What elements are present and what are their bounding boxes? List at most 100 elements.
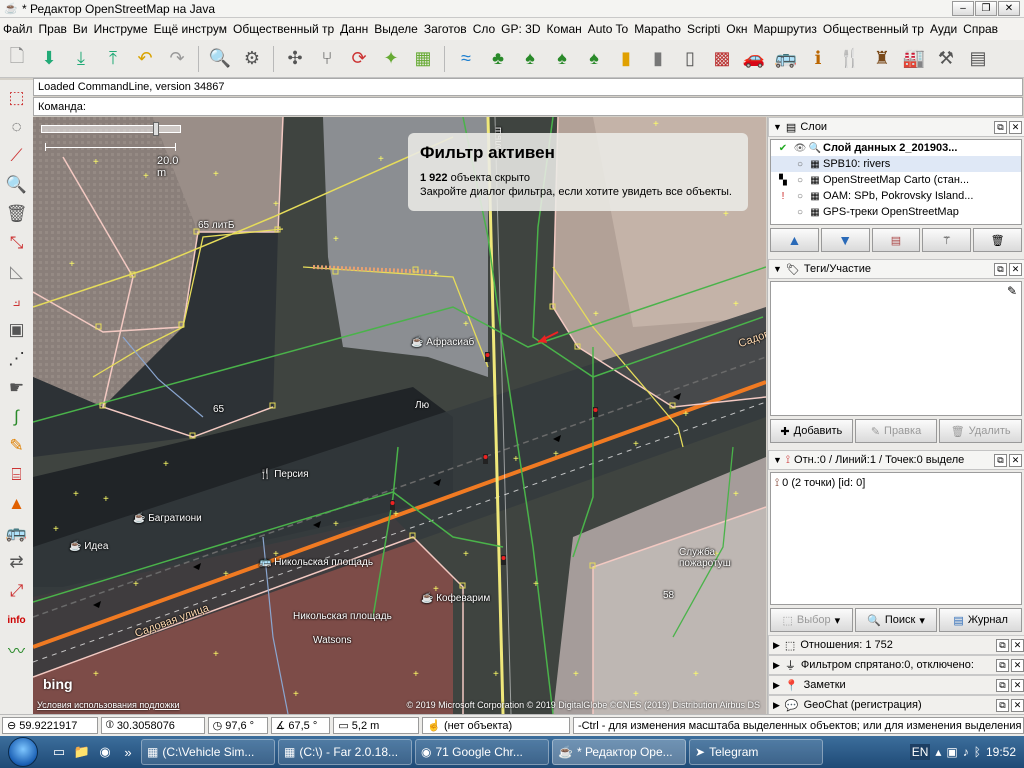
- simplify-way-icon[interactable]: ✣: [282, 45, 308, 73]
- network-icon[interactable]: ▣: [946, 745, 957, 759]
- industrial-preset-icon[interactable]: 🏭: [901, 45, 927, 73]
- menu-scripting[interactable]: Scripti: [684, 22, 723, 36]
- info-tool-icon[interactable]: info: [3, 606, 31, 634]
- quicklaunch-more-icon[interactable]: »: [118, 742, 138, 762]
- pencil-tool-icon[interactable]: ✎: [3, 432, 31, 460]
- close-panel-icon[interactable]: ✕: [1009, 453, 1022, 467]
- preferences-icon[interactable]: ⚙: [239, 45, 265, 73]
- edit-tag-button[interactable]: ✎ Правка: [854, 419, 938, 443]
- parallel-tool-icon[interactable]: ◺: [3, 258, 31, 286]
- show-desktop-icon[interactable]: ▭: [49, 742, 69, 762]
- wall-preset-icon[interactable]: ▩: [709, 45, 735, 73]
- info-preset-icon[interactable]: ℹ: [805, 45, 831, 73]
- menu-public-transport[interactable]: Общественный тр: [230, 22, 337, 36]
- orthogonalize-icon[interactable]: ▦: [410, 45, 436, 73]
- menu-presets[interactable]: Заготов: [421, 22, 470, 36]
- wood-preset-icon[interactable]: ♠: [549, 45, 575, 73]
- reverse-way-icon[interactable]: ⟳: [346, 45, 372, 73]
- expand-toggle-icon[interactable]: ▶: [773, 640, 780, 651]
- start-button[interactable]: [0, 736, 46, 768]
- volume-icon[interactable]: ♪: [963, 745, 969, 759]
- detach-icon[interactable]: ⧉: [994, 262, 1007, 276]
- add-tag-button[interactable]: ✚ Добавить: [770, 419, 853, 443]
- collapse-toggle-icon[interactable]: ▼: [773, 264, 782, 274]
- menu-gp3d[interactable]: GP: 3D: [498, 22, 543, 36]
- menu-mapathon[interactable]: Mapatho: [631, 22, 684, 36]
- nodes-tool-icon[interactable]: ⋰: [3, 345, 31, 373]
- menu-windows[interactable]: Окн: [723, 22, 750, 36]
- bus-tool-icon[interactable]: 🚌: [3, 519, 31, 547]
- improve-way-tool-icon[interactable]: ⤡: [3, 229, 31, 257]
- menu-help[interactable]: Справ: [960, 22, 1001, 36]
- redo-icon[interactable]: ↷: [164, 45, 190, 73]
- menu-view[interactable]: Ви: [70, 22, 91, 36]
- taskbar-item[interactable]: ☕ * Редактор Ope...: [552, 739, 686, 765]
- explorer-icon[interactable]: 📁: [72, 742, 92, 762]
- menu-tools[interactable]: Инструме: [91, 22, 151, 36]
- layer-properties-button[interactable]: ⚚: [922, 228, 972, 252]
- selection-panel-header[interactable]: ▼ ⟟ Отн.:0 / Линий:1 / Точек:0 выделе ⧉ ✕: [768, 450, 1024, 470]
- detach-icon[interactable]: ⧉: [994, 120, 1007, 134]
- move-up-button[interactable]: ▲: [770, 228, 819, 252]
- new-file-icon[interactable]: 🗋: [4, 45, 30, 73]
- visible-eye-icon[interactable]: 👁: [793, 143, 807, 154]
- collapse-toggle-icon[interactable]: ▼: [773, 455, 782, 465]
- selection-item[interactable]: ⟟ 0 (2 точки) [id: 0]: [775, 477, 1017, 490]
- layers-panel-header[interactable]: ▼ ▤ Слои ⧉ ✕: [768, 117, 1024, 137]
- menu-edit[interactable]: Прав: [36, 22, 70, 36]
- collapse-toggle-icon[interactable]: ▼: [773, 122, 782, 132]
- zoom-tool-icon[interactable]: 🔍: [3, 171, 31, 199]
- search-icon[interactable]: 🔍: [207, 45, 233, 73]
- menu-routing[interactable]: Маршрутиз: [751, 22, 820, 36]
- expand-toggle-icon[interactable]: ▶: [773, 660, 780, 671]
- taskbar-item[interactable]: ◉ 71 Google Chr...: [415, 739, 549, 765]
- gpx-wave-tool-icon[interactable]: 〰: [3, 635, 31, 663]
- bus-preset-icon[interactable]: 🚌: [773, 45, 799, 73]
- castle-preset-icon[interactable]: ♜: [869, 45, 895, 73]
- menu-public-transport-2[interactable]: Общественный тр: [820, 22, 927, 36]
- curve-tool-icon[interactable]: ∫: [3, 403, 31, 431]
- tags-panel-header[interactable]: ▼ 🏷 Теги/Участие ⧉ ✕: [768, 259, 1024, 279]
- barrier-preset-icon[interactable]: ▯: [677, 45, 703, 73]
- extrude-tool-icon[interactable]: ⟓: [3, 287, 31, 315]
- gpx-tool-icon[interactable]: ▣: [3, 316, 31, 344]
- delete-tag-button[interactable]: 🗑 Удалить: [939, 419, 1023, 443]
- detach-icon[interactable]: ⧉: [994, 453, 1007, 467]
- clock[interactable]: 19:52: [986, 745, 1016, 759]
- layer-row[interactable]: ○ ▦ GPS-треки OpenStreetMap: [771, 204, 1021, 220]
- notes-panel-collapsed[interactable]: ▶ 📍 Заметки ⧉ ✕: [768, 675, 1024, 695]
- detach-icon[interactable]: ⧉: [996, 678, 1009, 692]
- selection-list[interactable]: ⟟ 0 (2 точки) [id: 0]: [770, 472, 1022, 605]
- relations-panel-collapsed[interactable]: ▶ ⬚ Отношения: 1 752 ⧉ ✕: [768, 635, 1024, 655]
- split-way-icon[interactable]: ⑂: [314, 45, 340, 73]
- bluetooth-icon[interactable]: ᛒ: [974, 745, 981, 759]
- menu-data[interactable]: Данн: [337, 22, 371, 36]
- forest-preset-icon[interactable]: ♠: [517, 45, 543, 73]
- lasso-tool-icon[interactable]: ◌: [3, 113, 31, 141]
- layer-row[interactable]: ! ○ ▦ OAM: SPb, Pokrovsky Island...: [771, 188, 1021, 204]
- visible-toggle-icon[interactable]: ○: [793, 175, 807, 186]
- building-tool-icon[interactable]: ⌸: [3, 461, 31, 489]
- filter-panel-collapsed[interactable]: ▶ ⏚ Фильтром спрятано:0, отключено: ⧉ ✕: [768, 655, 1024, 675]
- geochat-panel-collapsed[interactable]: ▶ 💬 GeoChat (регистрация) ⧉ ✕: [768, 695, 1024, 715]
- detach-icon[interactable]: ⧉: [996, 658, 1009, 672]
- detach-icon[interactable]: ⧉: [996, 638, 1009, 652]
- route-tool-icon[interactable]: ⇄: [3, 548, 31, 576]
- measure-tool-icon[interactable]: ⤢: [3, 577, 31, 605]
- merge-layers-button[interactable]: ▤: [871, 228, 921, 252]
- hand-tool-icon[interactable]: ☛: [3, 374, 31, 402]
- language-indicator[interactable]: EN: [909, 744, 931, 760]
- track-preset-icon[interactable]: ▮: [645, 45, 671, 73]
- close-panel-icon[interactable]: ✕: [1011, 658, 1024, 672]
- close-panel-icon[interactable]: ✕: [1009, 262, 1022, 276]
- search-button[interactable]: 🔍 Поиск ▾: [854, 608, 938, 632]
- select-tool-icon[interactable]: ⬚: [3, 84, 31, 112]
- tools-preset-icon[interactable]: ⚒: [933, 45, 959, 73]
- draw-tool-icon[interactable]: ⟋: [3, 142, 31, 170]
- menu-commands[interactable]: Коман: [544, 22, 585, 36]
- save-icon[interactable]: ⤓: [68, 45, 94, 73]
- menu-file[interactable]: Файл: [0, 22, 36, 36]
- visible-toggle-icon[interactable]: ○: [793, 191, 807, 202]
- close-panel-icon[interactable]: ✕: [1011, 698, 1024, 712]
- undo-icon[interactable]: ↶: [132, 45, 158, 73]
